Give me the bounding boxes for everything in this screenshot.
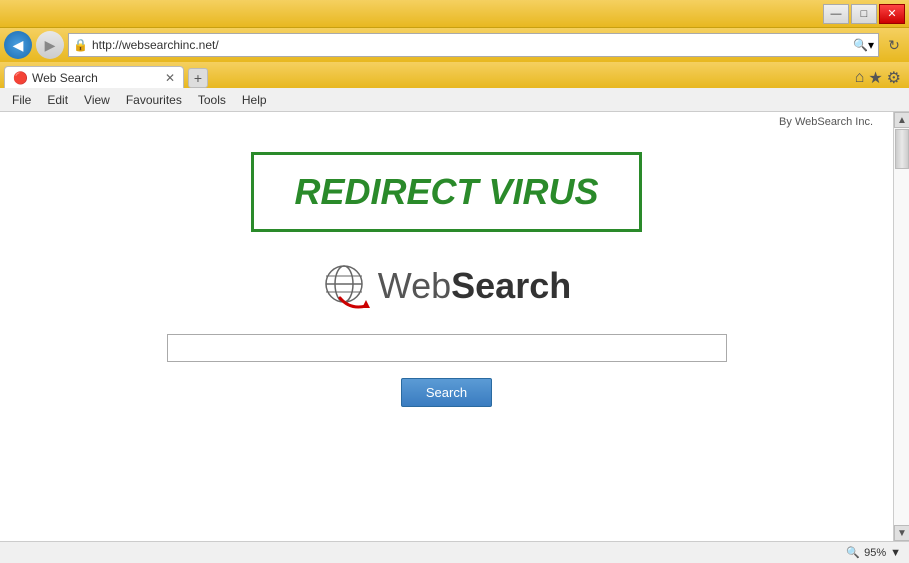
address-search-icon: 🔍	[853, 38, 868, 52]
close-button[interactable]: ✕	[879, 4, 905, 24]
zoom-section[interactable]: 🔍 95% ▼	[846, 546, 901, 559]
tab-close-button[interactable]: ✕	[165, 71, 175, 85]
menu-view[interactable]: View	[76, 91, 118, 109]
address-dropdown-icon: ▾	[868, 38, 874, 52]
home-icon[interactable]: ⌂	[855, 69, 865, 87]
tab-right-icons: ⌂ ★ ⚙	[855, 68, 905, 88]
browser-content-wrapper: By WebSearch Inc. REDIRECT VIRUS	[0, 112, 909, 541]
address-box[interactable]: 🔒 http://websearchinc.net/ 🔍 ▾	[68, 33, 879, 57]
search-button[interactable]: Search	[401, 378, 492, 407]
menu-favourites[interactable]: Favourites	[118, 91, 190, 109]
new-tab-button[interactable]: +	[188, 68, 208, 88]
menu-edit[interactable]: Edit	[39, 91, 76, 109]
tab-label: Web Search	[32, 71, 161, 85]
scrollbar[interactable]: ▲ ▼	[893, 112, 909, 541]
redirect-virus-text: REDIRECT VIRUS	[294, 171, 598, 212]
menu-bar: File Edit View Favourites Tools Help	[0, 88, 909, 112]
menu-tools[interactable]: Tools	[190, 91, 234, 109]
by-websearch-label: By WebSearch Inc.	[779, 116, 873, 128]
websearch-logo-icon	[322, 262, 370, 310]
scroll-down-button[interactable]: ▼	[894, 525, 909, 541]
refresh-button[interactable]: ↻	[883, 34, 905, 56]
settings-icon[interactable]: ⚙	[887, 68, 901, 88]
menu-file[interactable]: File	[4, 91, 39, 109]
websearch-logo-text: WebSearch	[378, 265, 571, 307]
scroll-track[interactable]	[894, 128, 909, 525]
title-bar: — □ ✕	[0, 0, 909, 28]
minimize-button[interactable]: —	[823, 4, 849, 24]
zoom-icon: 🔍	[846, 546, 860, 559]
scroll-thumb[interactable]	[895, 129, 909, 169]
logo-search: Search	[451, 265, 571, 306]
active-tab[interactable]: 🔴 Web Search ✕	[4, 66, 184, 88]
forward-button[interactable]: ▶	[36, 31, 64, 59]
tab-favicon: 🔴	[13, 71, 28, 85]
scroll-up-button[interactable]: ▲	[894, 112, 909, 128]
address-bar-row: ◀ ▶ 🔒 http://websearchinc.net/ 🔍 ▾ ↻	[0, 28, 909, 62]
main-content: By WebSearch Inc. REDIRECT VIRUS	[0, 112, 893, 541]
maximize-button[interactable]: □	[851, 4, 877, 24]
favorites-icon[interactable]: ★	[868, 68, 882, 88]
tab-bar: 🔴 Web Search ✕ + ⌂ ★ ⚙	[0, 62, 909, 88]
logo-area: WebSearch	[322, 262, 571, 310]
window-controls: — □ ✕	[823, 4, 905, 24]
menu-help[interactable]: Help	[234, 91, 275, 109]
zoom-level: 95%	[864, 547, 886, 559]
redirect-virus-box: REDIRECT VIRUS	[251, 152, 641, 232]
back-button[interactable]: ◀	[4, 31, 32, 59]
search-input[interactable]	[167, 334, 727, 362]
status-bar: 🔍 95% ▼	[0, 541, 909, 563]
address-security-icon: 🔒	[73, 38, 88, 52]
logo-web: Web	[378, 265, 451, 306]
address-url: http://websearchinc.net/	[92, 38, 849, 52]
zoom-dropdown-icon[interactable]: ▼	[890, 547, 901, 559]
